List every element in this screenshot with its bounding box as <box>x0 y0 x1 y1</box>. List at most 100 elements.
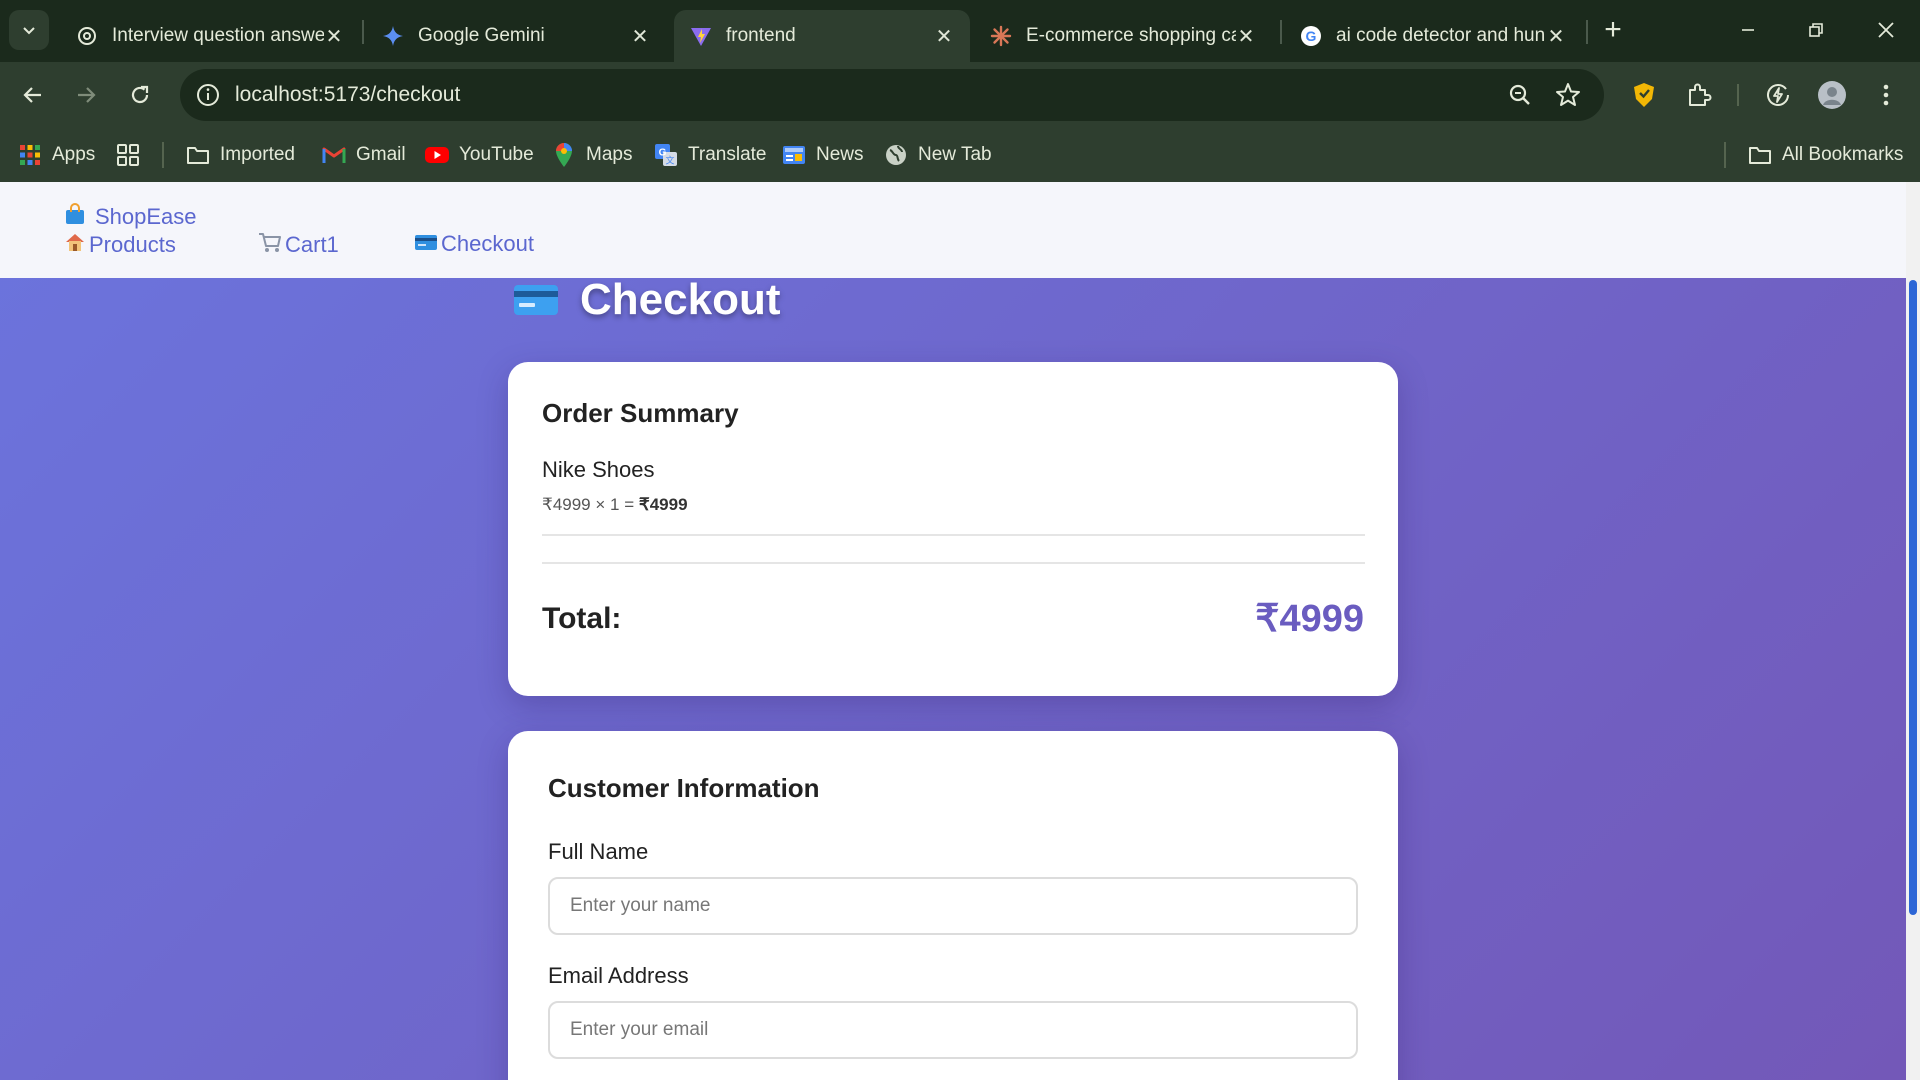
bookmark-label: News <box>816 144 864 165</box>
reload-button[interactable] <box>122 77 158 113</box>
extensions-icon[interactable] <box>1683 79 1715 111</box>
close-window-button[interactable] <box>1866 10 1906 50</box>
tab-search-button[interactable] <box>9 10 49 50</box>
brand-link[interactable]: ShopEase <box>64 203 197 231</box>
brave-shield-icon[interactable] <box>1628 79 1660 111</box>
profile-avatar[interactable] <box>1816 79 1848 111</box>
close-icon <box>1878 22 1894 38</box>
claude-icon <box>990 25 1012 47</box>
reload-icon <box>131 85 149 104</box>
shopping-cart-icon <box>258 231 282 259</box>
full-name-label: Full Name <box>548 839 649 864</box>
address-bar[interactable]: localhost:5173/checkout <box>180 69 1604 121</box>
tab-separator <box>362 20 364 44</box>
forward-button[interactable] <box>68 77 104 113</box>
page-scrollbar[interactable] <box>1906 182 1920 1080</box>
bookmark-tab-groups[interactable] <box>116 140 150 170</box>
bookmark-youtube[interactable]: YouTube <box>425 140 534 170</box>
order-summary-card: Order Summary Nike Shoes ₹4999 × 1 = ₹49… <box>508 362 1398 696</box>
toolbar-divider <box>1737 84 1739 106</box>
close-tab-icon[interactable]: ✕ <box>934 26 954 48</box>
bookmark-label: Gmail <box>356 144 406 165</box>
total-divider <box>542 562 1365 564</box>
item-quantity: 1 <box>610 495 620 514</box>
customer-info-card: Customer Information Full Name Email Add… <box>508 731 1398 1080</box>
apps-grid-icon <box>18 143 42 167</box>
new-tab-button[interactable]: + <box>1597 13 1629 46</box>
tab-gemini[interactable]: Google Gemini ✕ <box>366 10 666 62</box>
credit-card-icon <box>514 285 558 315</box>
nav-cart[interactable]: Cart1 <box>258 231 339 259</box>
minimize-icon <box>1742 29 1754 31</box>
page-title-text: Checkout <box>580 275 781 324</box>
bookmark-apps[interactable]: Apps <box>18 140 95 170</box>
bookmark-maps[interactable]: Maps <box>552 140 632 170</box>
email-input[interactable] <box>548 1001 1358 1059</box>
full-name-input[interactable] <box>548 877 1358 935</box>
brand-name: ShopEase <box>95 204 197 229</box>
tab-frontend[interactable]: frontend ✕ <box>674 10 970 62</box>
order-summary-heading: Order Summary <box>542 398 739 428</box>
page-viewport: ShopEase Products Cart1 Checkout Checkou… <box>0 182 1906 1080</box>
site-navbar: ShopEase Products Cart1 Checkout <box>0 182 1906 278</box>
tab-title: E-commerce shopping ca <box>1026 25 1236 46</box>
url-text[interactable]: localhost:5173/checkout <box>235 83 460 107</box>
close-tab-icon[interactable]: ✕ <box>1546 26 1566 48</box>
close-tab-icon[interactable]: ✕ <box>324 26 344 48</box>
tab-groups-icon <box>116 143 140 167</box>
page-title: Checkout <box>514 272 780 328</box>
item-divider <box>542 534 1365 536</box>
zoom-icon[interactable] <box>1506 81 1534 109</box>
bookmark-imported[interactable]: Imported <box>186 140 295 170</box>
all-bookmarks-button[interactable]: All Bookmarks <box>1748 140 1903 170</box>
scrollbar-thumb[interactable] <box>1909 280 1917 915</box>
bookmark-label: New Tab <box>918 144 992 165</box>
shopping-bag-icon <box>64 203 86 231</box>
bookmarks-bar: Apps Imported Gmail YouTube Maps G文 Tran <box>0 128 1920 182</box>
restore-button[interactable] <box>1796 10 1836 50</box>
gmail-icon <box>322 143 346 167</box>
restore-icon <box>1809 23 1823 37</box>
nav-products[interactable]: Products <box>64 231 176 259</box>
gemini-icon <box>382 25 404 47</box>
maps-icon <box>552 143 576 167</box>
tab-ecommerce[interactable]: E-commerce shopping ca ✕ <box>974 10 1272 62</box>
all-bookmarks-label: All Bookmarks <box>1782 144 1904 165</box>
tab-separator <box>1586 20 1588 44</box>
item-price-line: ₹4999 × 1 = ₹4999 <box>542 495 688 515</box>
bookmark-label: Imported <box>220 144 295 165</box>
menu-kebab-icon[interactable] <box>1870 79 1902 111</box>
chevron-down-icon <box>23 27 35 35</box>
bookmark-new-tab[interactable]: New Tab <box>884 140 992 170</box>
close-tab-icon[interactable]: ✕ <box>630 26 650 48</box>
tab-title: ai code detector and hun <box>1336 25 1546 46</box>
minimize-button[interactable] <box>1728 10 1768 50</box>
bookmark-star-icon[interactable] <box>1554 81 1582 109</box>
tab-ai-detector[interactable]: G ai code detector and hun ✕ <box>1284 10 1582 62</box>
bookmark-translate[interactable]: G文 Translate <box>654 140 767 170</box>
tab-interview[interactable]: Interview question answe ✕ <box>60 10 360 62</box>
back-button[interactable] <box>15 77 51 113</box>
bookmark-news[interactable]: News <box>782 140 864 170</box>
google-icon: G <box>1300 25 1322 47</box>
tab-separator <box>1280 20 1282 44</box>
email-label: Email Address <box>548 963 689 988</box>
performance-icon[interactable] <box>1762 79 1794 111</box>
arrow-right-icon <box>78 87 96 103</box>
site-info-icon[interactable] <box>194 81 222 109</box>
close-tab-icon[interactable]: ✕ <box>1236 26 1256 48</box>
bookmark-divider <box>162 142 164 168</box>
svg-text:文: 文 <box>665 155 674 166</box>
item-name: Nike Shoes <box>542 457 655 482</box>
svg-text:G: G <box>1306 28 1317 44</box>
tab-title: Interview question answe <box>112 25 324 46</box>
nav-products-label: Products <box>89 232 176 257</box>
vite-icon <box>690 25 712 47</box>
nav-checkout[interactable]: Checkout <box>414 231 534 257</box>
folder-icon <box>1748 143 1772 167</box>
house-icon <box>64 231 86 259</box>
arrow-left-icon <box>23 87 41 103</box>
bookmark-gmail[interactable]: Gmail <box>322 140 406 170</box>
browser-toolbar: localhost:5173/checkout <box>0 62 1920 128</box>
tab-title: Google Gemini <box>418 25 545 46</box>
